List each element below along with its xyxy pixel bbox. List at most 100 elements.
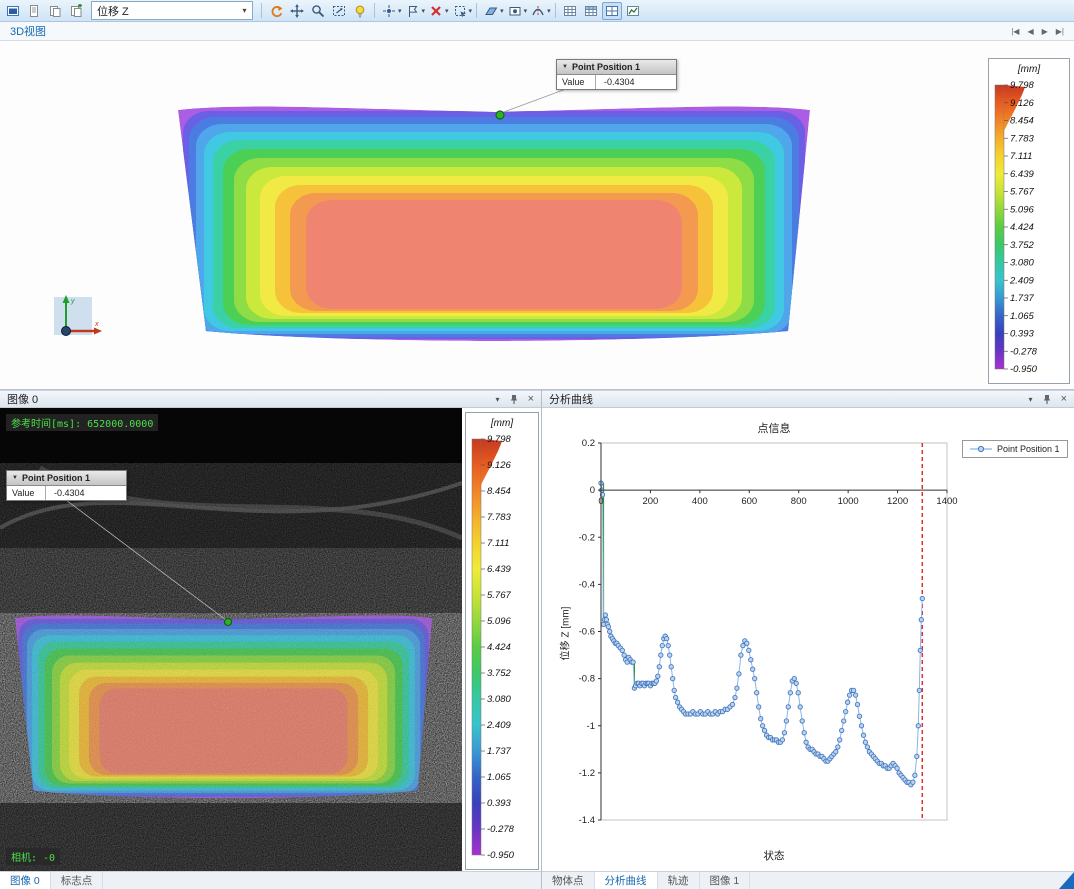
chevron-down-icon[interactable]: ▾ (469, 7, 473, 15)
duplicate-icon[interactable] (66, 2, 86, 20)
svg-text:3.752: 3.752 (1010, 240, 1034, 251)
svg-text:1200: 1200 (887, 496, 908, 507)
chevron-down-icon[interactable]: ▾ (422, 7, 426, 15)
measure-point-marker[interactable] (495, 110, 505, 120)
analysis-curve-panel: 分析曲线 ▾ × 点信息 0 200 400 600 800 1000 1200 1400 0.… (541, 390, 1074, 889)
chevron-down-icon[interactable]: ▾ (445, 7, 449, 15)
tab-trajectory[interactable]: 轨迹 (658, 872, 700, 889)
svg-text:[mm]: [mm] (490, 418, 513, 429)
reset-view-icon[interactable] (266, 2, 286, 20)
chevron-down-icon[interactable]: ▾ (500, 7, 504, 15)
surface-component-icon[interactable] (481, 2, 501, 20)
svg-text:0.393: 0.393 (1010, 329, 1034, 340)
tab-image-1[interactable]: 图像 1 (700, 872, 751, 889)
svg-text:-0.950: -0.950 (487, 850, 515, 861)
tab-object-points[interactable]: 物体点 (542, 872, 595, 889)
legend-entry-label: Point Position 1 (997, 444, 1060, 454)
panel-menu-icon[interactable]: ▾ (496, 395, 500, 404)
toolbar-separator (476, 3, 478, 18)
image-panel: 图像 0 ▾ × 参考时间[ms]: 652000.0000 相机: -0 ▼ … (0, 390, 541, 889)
report-grid-icon[interactable] (601, 1, 622, 20)
camera-image-view[interactable]: 参考时间[ms]: 652000.0000 相机: -0 ▼ Point Pos… (0, 408, 541, 872)
chart-title: 点信息 (757, 423, 791, 435)
camera-image-icon[interactable] (505, 2, 525, 20)
label-flag-icon[interactable] (403, 2, 423, 20)
svg-text:-0.2: -0.2 (579, 532, 595, 543)
svg-text:5.096: 5.096 (1010, 204, 1034, 215)
color-scale-legend: [mm] 9.798 9.126 8.454 7.783 7.111 6.439 5.767 5… (465, 412, 539, 870)
panel-menu-icon[interactable]: ▾ (1029, 395, 1033, 404)
chart-legend[interactable]: Point Position 1 (962, 440, 1068, 458)
analysis-curve-chart-area[interactable]: 点信息 02004006008001000120014000.20-0.2-0.… (542, 408, 1074, 872)
tooltip-caret-icon: ▼ (12, 475, 18, 481)
svg-text:5.767: 5.767 (487, 590, 511, 601)
create-point-icon[interactable] (379, 2, 399, 20)
chevron-down-icon[interactable]: ▾ (547, 7, 551, 15)
pin-icon[interactable] (1042, 394, 1052, 405)
nav-last-button[interactable]: ▶| (1056, 27, 1064, 36)
tooltip-key: Value (557, 75, 596, 89)
svg-text:1400: 1400 (936, 496, 957, 507)
display-mode-value: 位移 Z (97, 5, 129, 18)
zoom-icon[interactable] (308, 2, 328, 20)
tab-3d-view[interactable]: 3D视图 (0, 23, 56, 39)
chevron-down-icon[interactable]: ▾ (524, 7, 528, 15)
display-mode-select[interactable]: 位移 Z ▾ (91, 1, 253, 20)
tab-markers[interactable]: 标志点 (51, 872, 104, 889)
document-tab-row: 3D视图 |◀ ◀ ▶ ▶| (0, 22, 1074, 41)
delete-icon[interactable] (426, 2, 446, 20)
nav-first-button[interactable]: |◀ (1011, 27, 1019, 36)
select-region-icon[interactable] (450, 2, 470, 20)
svg-text:800: 800 (791, 496, 807, 507)
close-icon[interactable]: × (1061, 394, 1067, 405)
tooltip-title: Point Position 1 (21, 473, 90, 483)
table-view-icon[interactable] (560, 2, 580, 20)
zoom-fit-icon[interactable] (329, 2, 349, 20)
close-icon[interactable]: × (528, 394, 534, 405)
nav-next-button[interactable]: ▶ (1042, 27, 1048, 36)
svg-text:400: 400 (692, 496, 708, 507)
svg-text:6.439: 6.439 (487, 564, 511, 575)
svg-text:4.424: 4.424 (1010, 222, 1034, 233)
point-tooltip[interactable]: ▼ Point Position 1 Value -0.4304 (556, 59, 677, 90)
toolbar-separator (374, 3, 375, 18)
new-report-icon[interactable] (24, 2, 44, 20)
resize-grip[interactable] (1059, 872, 1074, 889)
table-view-2-icon[interactable] (581, 2, 601, 20)
statistics-icon[interactable] (623, 2, 643, 20)
measure-point-marker[interactable] (223, 617, 233, 627)
toolbar-separator (554, 3, 556, 18)
svg-text:600: 600 (741, 496, 757, 507)
tooltip-title: Point Position 1 (571, 62, 640, 72)
chevron-down-icon[interactable]: ▾ (398, 7, 402, 15)
coordinate-triad[interactable]: y x (46, 291, 104, 349)
camera-label-overlay: 相机: -0 (6, 848, 61, 865)
view3d-panel[interactable]: ▼ Point Position 1 Value -0.4304 y x [mm… (0, 41, 1074, 390)
svg-text:-1: -1 (587, 721, 595, 732)
app-window-icon[interactable] (3, 2, 23, 20)
tooltip-caret-icon: ▼ (562, 64, 568, 70)
tab-analysis-curves[interactable]: 分析曲线 (594, 872, 658, 889)
svg-text:1.065: 1.065 (487, 772, 511, 783)
svg-text:-0.278: -0.278 (1010, 346, 1038, 357)
svg-text:2.409: 2.409 (486, 720, 511, 731)
contour-plot-3d[interactable] (0, 41, 1074, 389)
svg-text:x: x (94, 321, 99, 328)
svg-text:-0.8: -0.8 (579, 674, 595, 685)
tooltip-value: -0.4304 (604, 77, 635, 87)
image-panel-header: 图像 0 ▾ × (0, 390, 541, 408)
light-icon[interactable] (350, 2, 370, 20)
point-tooltip[interactable]: ▼ Point Position 1 Value -0.4304 (6, 470, 127, 501)
section-icon[interactable] (528, 2, 548, 20)
pan-view-icon[interactable] (287, 2, 307, 20)
copy-icon[interactable] (45, 2, 65, 20)
svg-text:0.2: 0.2 (582, 438, 595, 449)
pin-icon[interactable] (509, 394, 519, 405)
svg-text:0: 0 (590, 485, 595, 496)
tab-image-0[interactable]: 图像 0 (0, 872, 51, 889)
image-panel-title: 图像 0 (7, 394, 39, 406)
analysis-curve-chart[interactable]: 02004006008001000120014000.20-0.2-0.4-0.… (542, 408, 1074, 872)
main-toolbar: 位移 Z ▾ ▾ ▾ ▾ ▾ ▾ ▾ ▾ (0, 0, 1074, 22)
svg-text:7.783: 7.783 (1010, 133, 1034, 144)
nav-prev-button[interactable]: ◀ (1027, 27, 1033, 36)
